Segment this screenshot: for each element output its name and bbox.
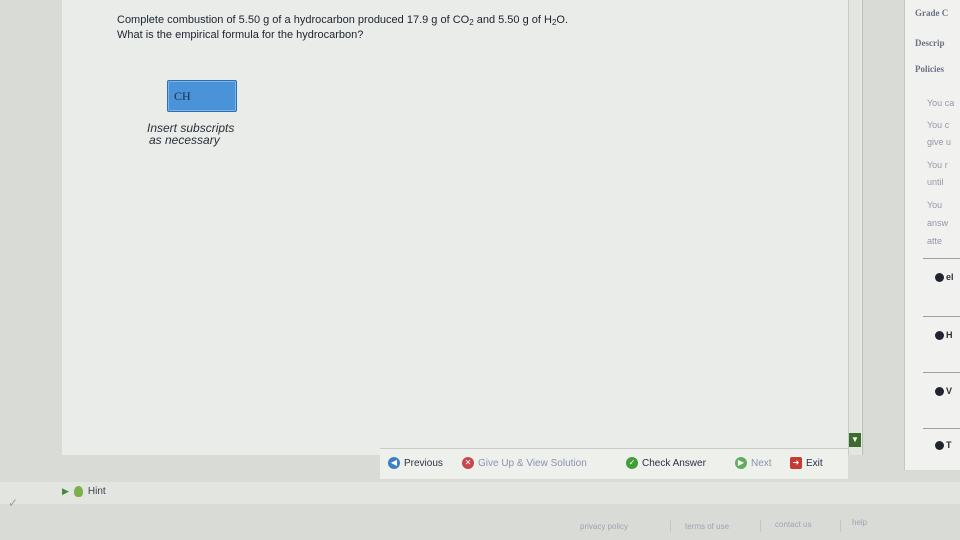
right-sidebar: Grade C Descrip Policies You ca You c gi… — [904, 0, 960, 470]
give-up-button[interactable]: ✕ Give Up & View Solution — [462, 457, 587, 469]
next-label: Next — [751, 457, 772, 469]
previous-arrow-icon: ◀ — [388, 457, 400, 469]
insert-note-line-2: as necessary — [149, 133, 220, 147]
policy-text: answ — [927, 218, 949, 228]
grade-heading: Grade C — [915, 8, 949, 18]
policy-text: give u — [927, 137, 952, 147]
radio-icon — [935, 440, 944, 450]
check-icon: ✓ — [626, 457, 638, 469]
question-line-1-part-c: O. — [556, 14, 569, 26]
check-answer-button[interactable]: ✓ Check Answer — [626, 457, 706, 469]
question-line-1-part-b: and 5.50 g of H — [473, 14, 552, 26]
lightbulb-icon — [73, 486, 83, 497]
footer-divider — [670, 520, 671, 532]
radio-label: el — [946, 272, 954, 282]
give-up-x-icon: ✕ — [462, 457, 474, 469]
answer-input[interactable]: CH — [167, 80, 237, 112]
chevron-down-icon[interactable]: ✓ — [8, 496, 18, 510]
vertical-scrollbar[interactable]: ▼ — [848, 0, 861, 455]
exit-button[interactable]: ➜ Exit — [790, 457, 823, 469]
radio-option[interactable]: el — [935, 272, 954, 282]
question-panel: Complete combustion of 5.50 g of a hydro… — [62, 0, 863, 455]
help-link[interactable]: help — [852, 518, 867, 527]
footer-divider — [840, 520, 841, 532]
radio-option[interactable]: V — [935, 386, 952, 396]
policy-text: You c — [927, 120, 950, 130]
exit-label: Exit — [806, 457, 823, 469]
radio-label: H — [946, 330, 953, 340]
action-button-bar: ◀ Previous ✕ Give Up & View Solution ✓ C… — [380, 448, 848, 479]
divider — [923, 428, 960, 429]
hint-toggle[interactable]: ▶ Hint — [62, 486, 106, 497]
insert-subscripts-note: Insert subscripts as necessary — [147, 122, 234, 146]
exit-door-icon: ➜ — [790, 457, 802, 469]
policy-text: You ca — [927, 98, 955, 108]
question-text: Complete combustion of 5.50 g of a hydro… — [117, 14, 757, 42]
description-heading: Descrip — [915, 38, 945, 48]
policy-text: until — [927, 177, 944, 187]
policy-text: You — [927, 200, 943, 210]
next-arrow-icon: ▶ — [735, 457, 747, 469]
policy-text: You r — [927, 160, 948, 170]
policies-heading: Policies — [915, 64, 944, 74]
expand-triangle-icon: ▶ — [62, 486, 69, 496]
radio-icon — [935, 330, 944, 340]
question-line-1: Complete combustion of 5.50 g of a hydro… — [117, 14, 757, 29]
next-button[interactable]: ▶ Next — [735, 457, 772, 469]
radio-option[interactable]: T — [935, 440, 952, 450]
radio-label: V — [946, 386, 953, 396]
radio-option[interactable]: H — [935, 330, 953, 340]
scroll-down-arrow-icon[interactable]: ▼ — [849, 433, 861, 447]
hint-label: Hint — [87, 486, 106, 497]
previous-button[interactable]: ◀ Previous — [388, 457, 443, 469]
divider — [923, 372, 960, 373]
answer-value: CH — [174, 89, 191, 103]
divider — [923, 316, 960, 317]
hint-bar: ▶ Hint — [0, 482, 960, 504]
policy-text: atte — [927, 236, 943, 246]
question-line-1-part-a: Complete combustion of 5.50 g of a hydro… — [117, 14, 470, 26]
footer-links: privacy policy terms of use contact us h… — [540, 514, 960, 540]
radio-icon — [935, 386, 944, 396]
footer-divider — [760, 520, 761, 532]
contact-us-link[interactable]: contact us — [775, 520, 811, 529]
previous-label: Previous — [404, 457, 443, 469]
give-up-label: Give Up & View Solution — [478, 457, 587, 469]
divider — [923, 258, 960, 259]
question-line-2: What is the empirical formula for the hy… — [117, 29, 364, 41]
radio-label: T — [946, 440, 952, 450]
terms-of-use-link[interactable]: terms of use — [685, 522, 729, 531]
check-answer-label: Check Answer — [642, 457, 706, 469]
privacy-policy-link[interactable]: privacy policy — [580, 522, 628, 531]
radio-icon — [935, 272, 944, 282]
